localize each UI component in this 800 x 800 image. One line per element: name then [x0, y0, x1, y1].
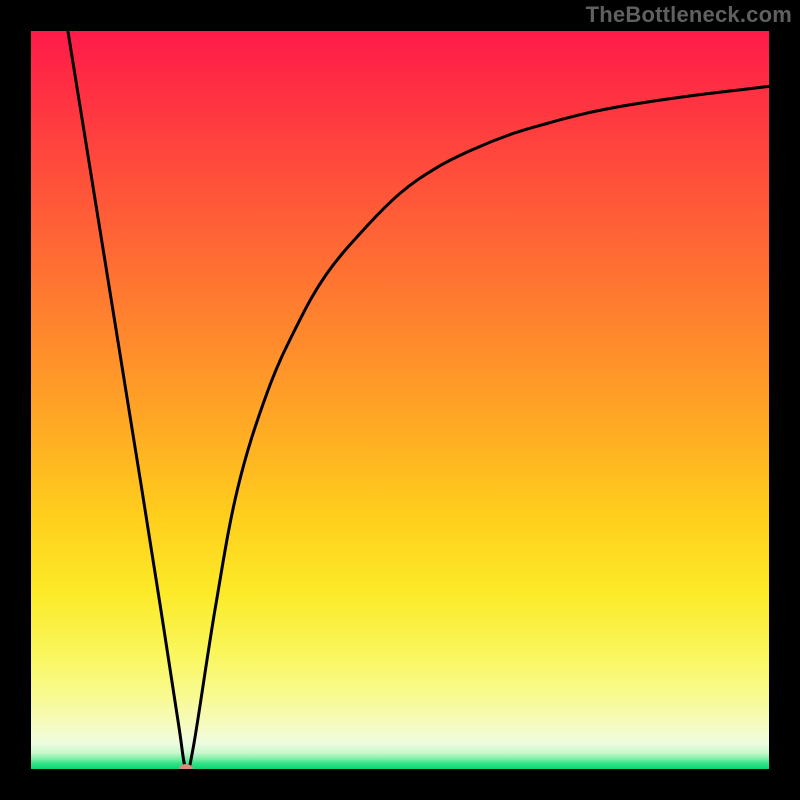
curve-svg [31, 31, 769, 769]
chart-frame: TheBottleneck.com [0, 0, 800, 800]
watermark-text: TheBottleneck.com [586, 2, 792, 28]
bottleneck-curve [68, 31, 769, 769]
minimum-marker [179, 764, 193, 769]
plot-area [31, 31, 769, 769]
